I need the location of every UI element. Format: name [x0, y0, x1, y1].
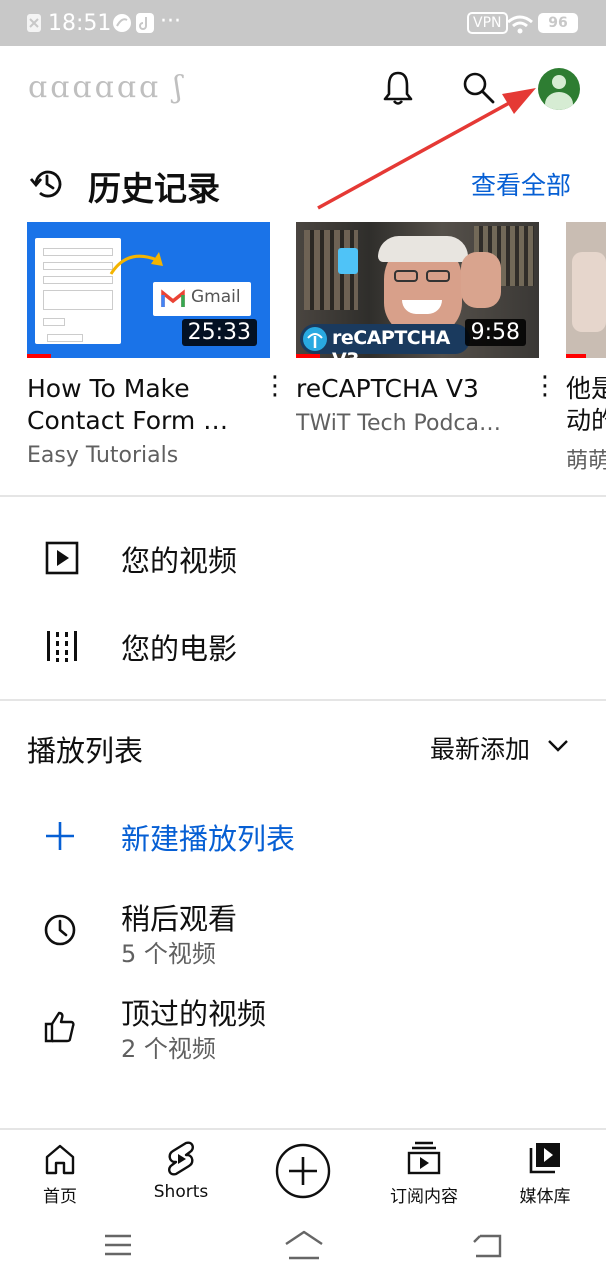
watch-progress: [296, 354, 321, 358]
your-videos-row[interactable]: 您的视频: [0, 520, 606, 594]
gmail-badge: Gmail: [153, 282, 251, 316]
video-channel: 萌萌: [566, 449, 606, 474]
new-playlist-label: 新建播放列表: [121, 822, 296, 856]
movies-film-icon: [47, 631, 77, 662]
create-plus-icon: [275, 1143, 331, 1199]
video-thumbnail[interactable]: Gmail 25:33: [27, 222, 270, 358]
video-thumbnail[interactable]: [566, 222, 606, 358]
status-bar: 18:51 ··· VPN 96: [0, 0, 606, 46]
arrow-illustration: [109, 252, 163, 275]
divider: [0, 699, 606, 701]
nav-library-label: 媒体库: [519, 1187, 571, 1207]
subscriptions-icon: [407, 1141, 441, 1175]
nav-create[interactable]: [248, 1130, 358, 1218]
see-all-link[interactable]: 查看全部: [471, 166, 571, 202]
wifi-icon: [507, 15, 533, 34]
history-icon: [29, 170, 62, 198]
watch-progress: [566, 354, 586, 358]
twit-logo-icon: [303, 327, 327, 351]
playlist-name: 稍后观看: [121, 902, 238, 936]
your-movies-label: 您的电影: [121, 632, 238, 666]
playlist-item[interactable]: 稍后观看 5 个视频: [0, 890, 606, 974]
home-icon: [45, 1144, 75, 1175]
playlists-title: 播放列表: [27, 734, 144, 768]
system-home-icon[interactable]: [283, 1228, 325, 1262]
status-time: 18:51: [48, 11, 112, 36]
playlist-count: 5 个视频: [121, 940, 216, 968]
mug: [338, 248, 358, 274]
playlist-count: 2 个视频: [121, 1035, 216, 1063]
status-more: ···: [160, 9, 181, 34]
chevron-down-icon: [548, 740, 568, 752]
new-playlist-row[interactable]: 新建播放列表: [0, 800, 606, 872]
video-title-line2[interactable]: 动的: [566, 405, 606, 437]
app-logo[interactable]: ɑɑɑɑɑɑ ʃ: [28, 70, 328, 110]
recent-apps-icon[interactable]: [103, 1232, 133, 1258]
watch-progress: [27, 354, 52, 358]
tiktok-notify-icon: [136, 13, 154, 33]
playlist-item[interactable]: 顶过的视频 2 个视频: [0, 985, 606, 1069]
playlist-sort-dropdown[interactable]: 最新添加: [430, 730, 580, 766]
nav-home[interactable]: 首页: [5, 1130, 115, 1218]
video-channel: Easy Tutorials: [27, 443, 179, 468]
video-menu-icon[interactable]: ⋮: [532, 373, 558, 404]
waving-hand: [461, 252, 501, 308]
thumbs-up-icon: [44, 1011, 75, 1043]
play-video-icon: [45, 541, 79, 575]
sort-label: 最新添加: [430, 735, 531, 764]
add-icon: [46, 822, 74, 850]
nav-library[interactable]: 媒体库: [490, 1130, 600, 1218]
playlist-name: 顶过的视频: [121, 997, 267, 1031]
battery-icon: 96: [538, 13, 578, 33]
video-duration: 25:33: [181, 319, 257, 346]
nav-subscriptions[interactable]: 订阅内容: [369, 1130, 479, 1218]
video-title[interactable]: 他是: [566, 373, 606, 405]
history-title: 历史记录: [88, 169, 220, 208]
your-videos-label: 您的视频: [121, 544, 238, 578]
nav-shorts-label: Shorts: [153, 1182, 209, 1202]
video-title[interactable]: reCAPTCHA V3: [296, 373, 526, 405]
bottom-nav: 首页 Shorts 订阅内容 媒体库: [0, 1128, 606, 1216]
your-movies-row[interactable]: 您的电影: [0, 608, 606, 682]
gmail-icon: [161, 289, 185, 307]
divider: [0, 495, 606, 497]
app-notify-icon: [113, 14, 131, 32]
watch-later-clock-icon: [44, 914, 76, 946]
recaptcha-banner: reCAPTCHA V3: [300, 324, 470, 358]
system-nav-bar: [0, 1216, 606, 1280]
shorts-icon: [168, 1141, 194, 1176]
video-channel: TWiT Tech Podca…: [296, 411, 502, 436]
nav-subscriptions-label: 订阅内容: [390, 1187, 458, 1207]
video-duration: 9:58: [464, 319, 526, 346]
library-icon: [529, 1143, 560, 1174]
system-back-icon[interactable]: [472, 1232, 504, 1260]
host-face: [378, 236, 468, 336]
vpn-badge: VPN: [467, 12, 508, 34]
nav-home-label: 首页: [43, 1187, 77, 1207]
video-title[interactable]: How To Make: [27, 373, 257, 405]
video-menu-icon[interactable]: ⋮: [262, 373, 288, 404]
video-title-line2[interactable]: Contact Form …: [27, 405, 257, 437]
video-thumbnail[interactable]: reCAPTCHA V3 9:58: [296, 222, 539, 358]
notification-icon: [27, 14, 41, 32]
nav-shorts[interactable]: Shorts: [126, 1130, 236, 1218]
